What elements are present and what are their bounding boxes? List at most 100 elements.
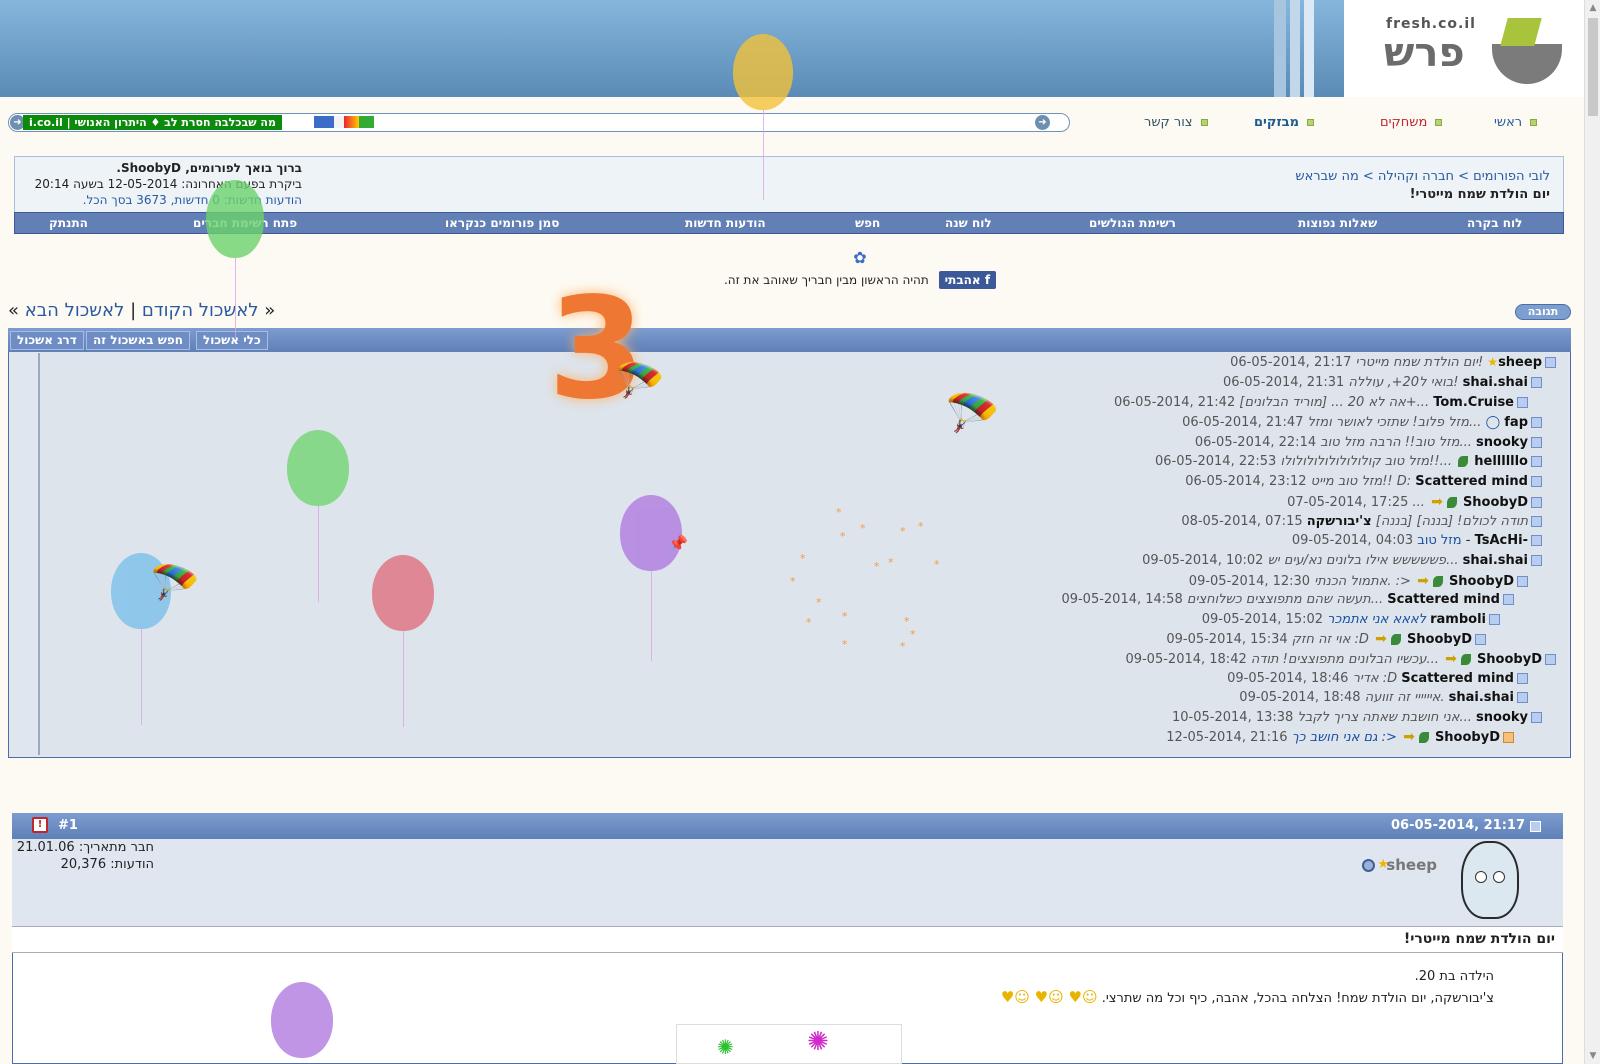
search-thread-button[interactable]: חפש באשכול זה <box>86 331 190 350</box>
nav-calendar[interactable]: לוח שנה <box>945 216 992 230</box>
row-date: 09-05-2014, 18:48 <box>1239 690 1361 705</box>
avatar[interactable] <box>1461 841 1519 919</box>
header-stripe <box>1290 0 1300 97</box>
scroll-up-icon[interactable]: ▲ <box>1585 0 1600 16</box>
spark-icon: * <box>860 522 866 535</box>
parachute-icon: 🪂 <box>945 389 1000 440</box>
thread-row[interactable]: 06-05-2014, 21:31 בואי ל20+, עוללה! shai… <box>1223 375 1542 390</box>
report-icon[interactable]: ! <box>32 817 48 833</box>
leaf-icon <box>1418 732 1429 743</box>
guillemet-icon: « <box>258 300 276 321</box>
post-icon <box>1531 417 1542 428</box>
nav-games[interactable]: משחקים <box>1380 115 1443 130</box>
balloon-icon[interactable] <box>733 34 793 200</box>
thread-row[interactable]: 12-05-2014, 21:16 גם אני חושב כך :> ➡ Sh… <box>1166 729 1514 745</box>
member-since-label: חבר מתאריך: <box>78 840 154 855</box>
row-date: 09-05-2014, 18:46 <box>1227 671 1349 686</box>
row-title: אוי זה חזק :D <box>1291 632 1369 647</box>
clover-icon: ✿ <box>853 248 867 267</box>
star-icon: ★ <box>1377 857 1389 872</box>
row-title: מזל טוב!! הרבה מזל טוב... <box>1320 435 1472 450</box>
post-icon <box>1517 397 1528 408</box>
nav-members-list[interactable]: רשימת הגולשים <box>1089 216 1176 230</box>
balloon-icon[interactable] <box>206 180 264 338</box>
flags-icon <box>314 116 374 128</box>
row-user: shai.shai <box>1462 553 1528 568</box>
status-icon <box>1362 859 1375 872</box>
vertical-scrollbar[interactable]: ▲ ▼ <box>1584 0 1600 1064</box>
row-user: צ'יבורשקה <box>1306 514 1372 529</box>
row-user: ShoobyD <box>1406 632 1472 647</box>
nav-contact[interactable]: צור קשר <box>1144 115 1208 130</box>
row-date: 06-05-2014, 22:14 <box>1194 435 1317 450</box>
next-thread-link[interactable]: לאשכול הבא <box>25 300 125 321</box>
ticker-message[interactable]: מה שבכלבה חסרת לב ♦ היתרון האנושי | i.co… <box>23 115 282 130</box>
prev-thread-link[interactable]: לאשכול הקודם <box>142 300 259 321</box>
thread-row[interactable]: 06-05-2014, 21:42 [מוריד הבלונים] ... אה… <box>1114 395 1528 410</box>
scrollbar-thumb[interactable] <box>1588 18 1598 116</box>
breadcrumb-path[interactable]: לובי הפורומים > חברה וקהילה > מה שבראש <box>1295 168 1550 186</box>
thread-row[interactable]: 09-05-2014, 04:03 מזל טוב - TsAcHi- <box>1292 533 1542 548</box>
news-ticker[interactable]: ➜ מה שבכלבה חסרת לב ♦ היתרון האנושי | i.… <box>8 113 1070 132</box>
nav-news[interactable]: מבזקים <box>1254 115 1314 130</box>
spark-icon: * <box>910 628 916 641</box>
thread-row[interactable]: 06-05-2014, 21:47 מזל פלוב! שתזכי לאושר … <box>1182 415 1542 430</box>
thread-tools-button[interactable]: כלי אשכול <box>196 331 268 350</box>
thread-row[interactable]: 09-05-2014, 18:46 אדיר :D Scattered mind <box>1227 671 1528 686</box>
logo-text: פרש <box>1384 30 1465 76</box>
post-icon <box>1531 377 1542 388</box>
thread-row[interactable]: 09-05-2014, 18:48 איייייי זה זוועה. shai… <box>1239 690 1528 705</box>
row-title: עכשיו הבלונים מתפוצצים! תודה... <box>1250 652 1439 667</box>
thread-row[interactable]: 09-05-2014, 10:02 פששששש אילו בלונים נא/… <box>1142 553 1542 568</box>
post-count: הודעות: 20,376 <box>14 856 154 873</box>
nav-new-posts[interactable]: הודעות חדשות <box>685 216 766 230</box>
post-username[interactable]: sheep <box>1386 856 1437 874</box>
post-date: 06-05-2014, 21:17 <box>1391 818 1525 833</box>
row-title: יום הולדת שמח מייטרי! <box>1355 355 1484 370</box>
balloon-icon[interactable] <box>620 495 682 661</box>
online-icon: ◯ <box>1485 415 1501 430</box>
balloon-icon[interactable] <box>372 555 434 727</box>
nav-search[interactable]: חפש <box>855 216 880 230</box>
row-title: לאאא אני אתמכר <box>1327 612 1426 627</box>
site-logo[interactable]: fresh.co.il פרש <box>1344 0 1584 97</box>
thread-row[interactable]: 06-05-2014, 23:12 מזל טוב מייט!! D: Scat… <box>1185 474 1542 489</box>
balloon-icon[interactable] <box>271 982 333 1058</box>
nav-home[interactable]: ראשי <box>1494 115 1538 130</box>
post-icon <box>1517 576 1528 587</box>
thread-row[interactable]: 09-05-2014, 15:34 אוי זה חזק :D ➡ Shooby… <box>1166 631 1486 647</box>
thread-row[interactable]: 10-05-2014, 13:38 אני חושבת שאתה צריך לק… <box>1172 710 1542 725</box>
thread-row[interactable]: 09-05-2014, 12:30 אתמול הכנתי. :> ➡ Shoo… <box>1189 573 1528 589</box>
balloon-icon[interactable] <box>287 430 349 602</box>
thread-row[interactable]: 09-05-2014, 14:58 תעשה שהם מתפוצצים כשלו… <box>1061 592 1514 607</box>
arrow-icon: ➡ <box>1417 573 1429 589</box>
nav-news-label: מבזקים <box>1254 115 1299 130</box>
ticker-prev-icon[interactable]: ➜ <box>1035 115 1050 130</box>
row-user: snooky <box>1476 435 1528 450</box>
thread-row[interactable]: 09-05-2014, 18:42 עכשיו הבלונים מתפוצצים… <box>1125 651 1556 667</box>
nav-logout[interactable]: התנתק <box>49 216 88 230</box>
spark-icon: * <box>840 530 846 543</box>
breadcrumb: לובי הפורומים > חברה וקהילה > מה שבראש י… <box>1295 168 1550 204</box>
thread-row[interactable]: 06-05-2014, 22:14 מזל טוב!! הרבה מזל טוב… <box>1195 435 1542 450</box>
like-button[interactable]: f אהבתי <box>938 271 997 289</box>
nav-control-panel[interactable]: לוח בקרה <box>1467 216 1522 230</box>
thread-row[interactable]: 06-05-2014, 21:17 יום הולדת שמח מייטרי! … <box>1230 355 1556 370</box>
thread-row[interactable]: 06-05-2014, 22:53 מזל טוב קולולולולולולו… <box>1155 454 1542 469</box>
bowl-icon <box>1492 44 1562 84</box>
thread-row[interactable]: 08-05-2014, 07:15 תודה לכולם! [בננה] [בנ… <box>1181 514 1542 529</box>
rate-thread-button[interactable]: דרג אשכול <box>10 331 84 350</box>
reply-button[interactable]: תגובה <box>1515 304 1571 320</box>
scroll-down-icon[interactable]: ▼ <box>1585 1048 1600 1064</box>
post-body: הילדה בת 20. צ'יבורשקה, יום הולדת שמח! ה… <box>1001 967 1494 1009</box>
nav-mark-read[interactable]: סמן פורומים כנקראו <box>445 216 559 230</box>
row-date: 09-05-2014, 18:42 <box>1125 652 1247 667</box>
like-text: תהיה הראשון מבין חבריך שאוהב את זה. <box>723 273 929 287</box>
thread-row[interactable]: 09-05-2014, 15:02 לאאא אני אתמכר ramboli <box>1202 612 1500 627</box>
leaf-icon <box>1460 654 1471 665</box>
thread-row[interactable]: 07-05-2014, 17:25 ... ➡ ShoobyD <box>1287 494 1542 510</box>
post-number[interactable]: #1 <box>58 818 78 833</box>
nav-faq[interactable]: שאלות נפוצות <box>1298 216 1377 230</box>
balloon-string <box>403 631 404 727</box>
row-title: אתמול הכנתי. :> <box>1314 574 1411 589</box>
